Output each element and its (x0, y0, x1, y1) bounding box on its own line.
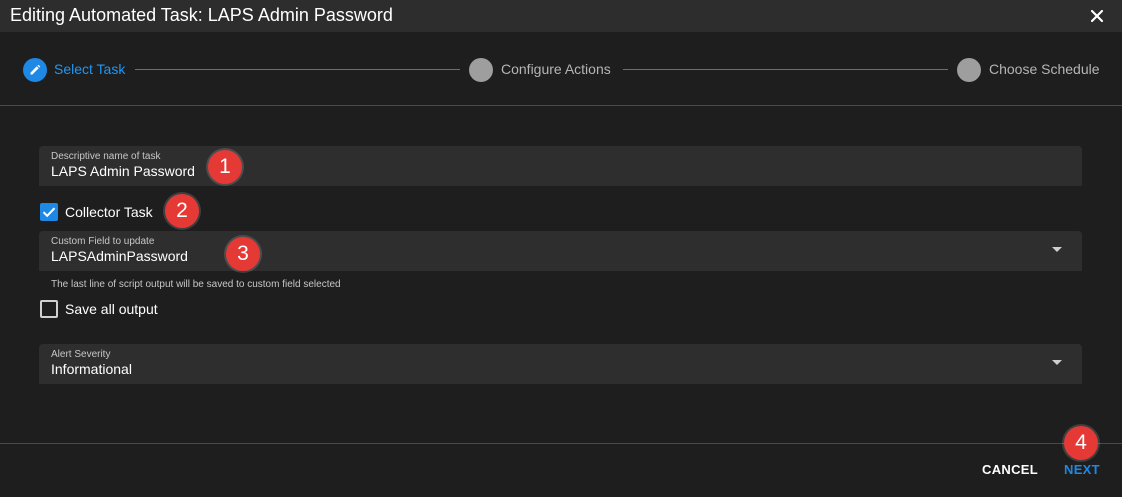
custom-field-hint: The last line of script output will be s… (51, 279, 341, 290)
step-connector-2 (623, 69, 948, 70)
header-divider (0, 105, 1122, 106)
step-2-label[interactable]: Configure Actions (501, 61, 611, 77)
annotation-badge-4: 4 (1064, 426, 1098, 460)
annotation-badge-3: 3 (226, 237, 260, 271)
step-3-label[interactable]: Choose Schedule (989, 61, 1100, 77)
task-name-label: Descriptive name of task (51, 151, 161, 162)
checkmark-icon (42, 207, 56, 218)
alert-severity-select[interactable]: Alert Severity Informational (39, 344, 1082, 384)
next-button[interactable]: NEXT (1064, 462, 1100, 477)
task-name-field[interactable]: Descriptive name of task LAPS Admin Pass… (39, 146, 1082, 186)
close-button[interactable] (1084, 3, 1110, 29)
cancel-button[interactable]: CANCEL (982, 462, 1038, 477)
custom-field-label: Custom Field to update (51, 236, 155, 247)
step-1-indicator[interactable] (23, 58, 47, 82)
chevron-down-icon[interactable] (1052, 360, 1062, 365)
stepper: Select Task Configure Actions Choose Sch… (0, 32, 1122, 105)
dialog-title-bar: Editing Automated Task: LAPS Admin Passw… (0, 0, 1122, 32)
step-2-indicator[interactable] (469, 58, 493, 82)
collector-task-checkbox[interactable] (40, 203, 58, 221)
dialog-title: Editing Automated Task: LAPS Admin Passw… (10, 5, 393, 25)
save-all-output-checkbox[interactable] (40, 300, 58, 318)
save-all-output-label[interactable]: Save all output (65, 301, 158, 317)
close-icon (1090, 9, 1104, 23)
collector-task-label[interactable]: Collector Task (65, 204, 153, 220)
annotation-badge-1: 1 (208, 150, 242, 184)
annotation-badge-2: 2 (165, 194, 199, 228)
step-1-label[interactable]: Select Task (54, 61, 125, 77)
custom-field-select[interactable]: Custom Field to update LAPSAdminPassword (39, 231, 1082, 271)
step-connector-1 (135, 69, 460, 70)
step-3-indicator[interactable] (957, 58, 981, 82)
custom-field-value[interactable]: LAPSAdminPassword (51, 248, 188, 264)
alert-severity-label: Alert Severity (51, 349, 111, 360)
alert-severity-value[interactable]: Informational (51, 361, 132, 377)
chevron-down-icon[interactable] (1052, 247, 1062, 252)
footer-divider (0, 443, 1122, 444)
task-name-value[interactable]: LAPS Admin Password (51, 163, 195, 179)
pencil-icon (30, 64, 41, 75)
